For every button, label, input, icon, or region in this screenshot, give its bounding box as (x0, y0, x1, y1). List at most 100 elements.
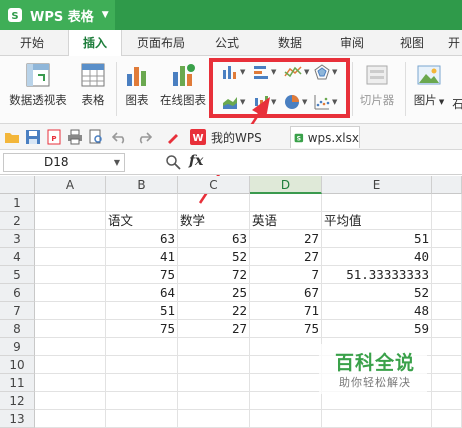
doc-tab-my-wps[interactable]: W 我的WPS (186, 126, 266, 148)
chart-button[interactable]: 图表 (122, 62, 152, 108)
row-header[interactable]: 8 (0, 320, 35, 338)
grid-cell[interactable] (35, 212, 106, 230)
grid-cell[interactable] (432, 338, 462, 356)
grid-cell[interactable] (178, 410, 250, 428)
row-header[interactable]: 2 (0, 212, 35, 230)
grid-cell[interactable] (432, 356, 462, 374)
column-header-a[interactable]: A (35, 176, 106, 194)
grid-cell[interactable] (432, 392, 462, 410)
grid-cell[interactable]: 72 (178, 266, 250, 284)
grid-cell[interactable] (250, 410, 322, 428)
print-icon[interactable] (67, 129, 83, 145)
grid-cell[interactable] (432, 302, 462, 320)
insert-function-button[interactable]: fx (189, 153, 203, 169)
pdf-export-icon[interactable]: P (46, 129, 62, 145)
grid-cell[interactable]: 75 (106, 320, 178, 338)
grid-cell[interactable]: 52 (178, 248, 250, 266)
grid-cell[interactable] (35, 410, 106, 428)
grid-cell[interactable] (106, 338, 178, 356)
grid-cell[interactable]: 52 (322, 284, 432, 302)
name-box[interactable]: D18 ▼ (3, 153, 125, 172)
picture-button[interactable]: 图片 ▼ (411, 62, 447, 108)
row-header[interactable]: 12 (0, 392, 35, 410)
undo-icon[interactable] (112, 129, 128, 145)
grid-cell[interactable] (250, 356, 322, 374)
grid-cell[interactable] (35, 356, 106, 374)
slicer-button[interactable]: 切片器 (356, 62, 398, 108)
select-all-corner[interactable] (0, 176, 35, 194)
print-preview-icon[interactable] (88, 129, 104, 145)
grid-cell[interactable] (432, 284, 462, 302)
grid-cell[interactable]: 7 (250, 266, 322, 284)
grid-cell[interactable] (432, 266, 462, 284)
grid-cell[interactable] (35, 374, 106, 392)
tab-view[interactable]: 视图 (390, 30, 434, 56)
grid-cell[interactable]: 63 (178, 230, 250, 248)
ribbon-more[interactable]: 石 (452, 96, 462, 112)
table-button[interactable]: 表格 (78, 62, 108, 108)
grid-cell[interactable] (432, 374, 462, 392)
row-header[interactable]: 1 (0, 194, 35, 212)
zoom-icon[interactable] (165, 154, 181, 170)
grid-cell[interactable] (106, 410, 178, 428)
grid-cell[interactable] (178, 392, 250, 410)
grid-cell[interactable] (178, 356, 250, 374)
grid-cell[interactable] (432, 230, 462, 248)
row-header[interactable]: 9 (0, 338, 35, 356)
grid-cell[interactable] (322, 194, 432, 212)
grid-cell[interactable]: 22 (178, 302, 250, 320)
tab-more[interactable]: 开 (444, 30, 462, 56)
grid-cell[interactable]: 40 (322, 248, 432, 266)
grid-cell[interactable] (35, 392, 106, 410)
grid-cell[interactable]: 25 (178, 284, 250, 302)
grid-cell[interactable]: 英语 (250, 212, 322, 230)
grid-cell[interactable]: 64 (106, 284, 178, 302)
app-menu-button[interactable]: S WPS 表格 ▼ (0, 0, 115, 30)
row-header[interactable]: 13 (0, 410, 35, 428)
grid-cell[interactable] (250, 374, 322, 392)
grid-cell[interactable]: 71 (250, 302, 322, 320)
column-header-c[interactable]: C (178, 176, 250, 194)
grid-cell[interactable]: 27 (250, 230, 322, 248)
grid-cell[interactable]: 51 (106, 302, 178, 320)
grid-cell[interactable]: 59 (322, 320, 432, 338)
grid-cell[interactable]: 27 (250, 248, 322, 266)
grid-cell[interactable]: 48 (322, 302, 432, 320)
row-header[interactable]: 4 (0, 248, 35, 266)
grid-cell[interactable] (35, 194, 106, 212)
grid-cell[interactable] (106, 374, 178, 392)
grid-cell[interactable] (178, 194, 250, 212)
grid-cell[interactable] (250, 194, 322, 212)
tab-page-layout[interactable]: 页面布局 (130, 30, 192, 56)
row-header[interactable]: 6 (0, 284, 35, 302)
grid-cell[interactable] (35, 338, 106, 356)
tab-data[interactable]: 数据 (268, 30, 312, 56)
grid-cell[interactable]: 75 (106, 266, 178, 284)
format-painter-icon[interactable] (165, 129, 181, 145)
grid-cell[interactable] (322, 392, 432, 410)
grid-cell[interactable]: 41 (106, 248, 178, 266)
open-folder-icon[interactable] (4, 129, 20, 145)
grid-cell[interactable] (35, 248, 106, 266)
grid-cell[interactable] (322, 410, 432, 428)
grid-cell[interactable] (178, 338, 250, 356)
grid-cell[interactable]: 平均值 (322, 212, 432, 230)
grid-cell[interactable] (250, 392, 322, 410)
grid-cell[interactable] (35, 284, 106, 302)
grid-cell[interactable]: 数学 (178, 212, 250, 230)
grid-cell[interactable] (432, 194, 462, 212)
tab-insert[interactable]: 插入 (68, 30, 122, 57)
grid-cell[interactable] (106, 392, 178, 410)
row-header[interactable]: 5 (0, 266, 35, 284)
grid-cell[interactable] (250, 338, 322, 356)
grid-cell[interactable]: 63 (106, 230, 178, 248)
pivot-table-button[interactable]: 数据透视表 (6, 62, 70, 108)
grid-cell[interactable]: 67 (250, 284, 322, 302)
save-icon[interactable] (25, 129, 41, 145)
column-header-d[interactable]: D (250, 176, 322, 194)
row-header[interactable]: 3 (0, 230, 35, 248)
row-header[interactable]: 11 (0, 374, 35, 392)
grid-cell[interactable] (106, 194, 178, 212)
grid-cell[interactable]: 51.33333333 (322, 266, 432, 284)
grid-cell[interactable] (35, 320, 106, 338)
